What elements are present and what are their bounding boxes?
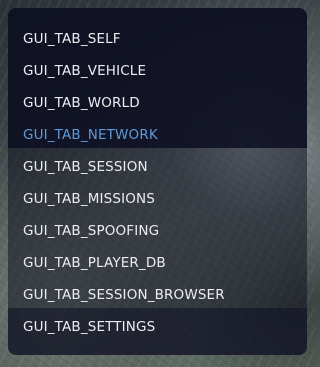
tab-menu-list: GUI_TAB_SELF GUI_TAB_VEHICLE GUI_TAB_WOR… <box>8 8 307 343</box>
tab-network[interactable]: GUI_TAB_NETWORK <box>8 119 307 151</box>
tab-vehicle[interactable]: GUI_TAB_VEHICLE <box>8 55 307 87</box>
tab-spoofing[interactable]: GUI_TAB_SPOOFING <box>8 215 307 247</box>
tab-menu-panel: GUI_TAB_SELF GUI_TAB_VEHICLE GUI_TAB_WOR… <box>8 8 307 355</box>
tab-settings[interactable]: GUI_TAB_SETTINGS <box>8 311 307 343</box>
tab-world[interactable]: GUI_TAB_WORLD <box>8 87 307 119</box>
tab-self[interactable]: GUI_TAB_SELF <box>8 23 307 55</box>
tab-session[interactable]: GUI_TAB_SESSION <box>8 151 307 183</box>
tab-missions[interactable]: GUI_TAB_MISSIONS <box>8 183 307 215</box>
tab-player-db[interactable]: GUI_TAB_PLAYER_DB <box>8 247 307 279</box>
tab-session-browser[interactable]: GUI_TAB_SESSION_BROWSER <box>8 279 307 311</box>
